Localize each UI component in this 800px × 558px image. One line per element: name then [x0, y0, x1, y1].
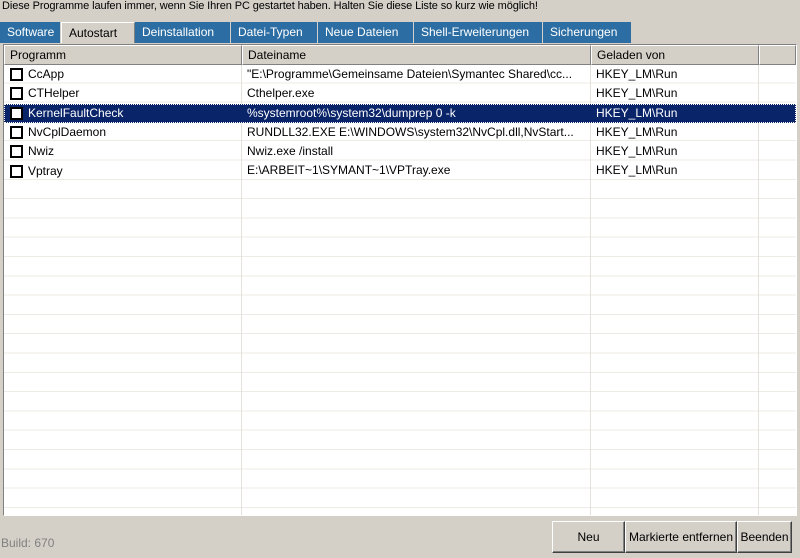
tab-software[interactable]: Software	[0, 22, 61, 43]
loaded-from: HKEY_LM\Run	[596, 67, 678, 81]
column-header-dateiname[interactable]: Dateiname	[242, 45, 591, 65]
file-name: Cthelper.exe	[247, 86, 315, 101]
file-name: %systemroot%\system32\dumprep 0 -k	[247, 105, 456, 120]
program-name: Nwiz	[28, 144, 54, 159]
build-label: Build: 670	[1, 536, 55, 550]
loaded-from: HKEY_LM\Run	[596, 124, 678, 139]
column-header-programm[interactable]: Programm	[4, 45, 242, 65]
program-name: Vptray	[28, 163, 63, 178]
tab-neue-dateien[interactable]: Neue Dateien	[318, 22, 414, 43]
tab-autostart[interactable]: Autostart	[61, 22, 135, 43]
file-name: Nwiz.exe /install	[247, 144, 334, 159]
tab-bar: Software Autostart Deinstallation Datei-…	[0, 22, 800, 43]
program-name: NvCplDaemon	[28, 125, 107, 140]
autostart-list[interactable]: Programm Dateiname Geladen von CcApp "E:…	[3, 44, 797, 516]
row-checkbox[interactable]	[10, 87, 23, 101]
beenden-button[interactable]: Beenden	[737, 521, 792, 553]
tab-shell-erweiterungen[interactable]: Shell-Erweiterungen	[414, 22, 543, 43]
row-checkbox[interactable]	[10, 164, 23, 178]
list-rows: CcApp "E:\Programme\Gemeinsame Dateien\S…	[4, 65, 796, 181]
list-row[interactable]: CcApp "E:\Programme\Gemeinsame Dateien\S…	[4, 65, 796, 84]
row-checkbox[interactable]	[10, 68, 23, 82]
file-name: RUNDLL32.EXE E:\WINDOWS\system32\NvCpl.d…	[247, 124, 574, 139]
list-row-selected[interactable]: KernelFaultCheck %systemroot%\system32\d…	[4, 103, 796, 123]
row-checkbox[interactable]	[10, 106, 23, 120]
loaded-from: HKEY_LM\Run	[596, 86, 678, 101]
tab-deinstallation[interactable]: Deinstallation	[135, 22, 231, 43]
list-row[interactable]: Vptray E:\ARBEIT~1\SYMANT~1\VPTray.exe H…	[4, 161, 796, 180]
neu-button[interactable]: Neu	[552, 521, 625, 553]
loaded-from: HKEY_LM\Run	[596, 163, 678, 178]
loaded-from: HKEY_LM\Run	[596, 105, 678, 120]
file-name: "E:\Programme\Gemeinsame Dateien\Symante…	[247, 67, 573, 81]
row-checkbox[interactable]	[10, 126, 23, 140]
list-row[interactable]: CTHelper Cthelper.exe HKEY_LM\Run	[4, 84, 796, 103]
info-message: Diese Programme laufen immer, wenn Sie I…	[2, 0, 538, 12]
tab-datei-typen[interactable]: Datei-Typen	[231, 22, 318, 43]
tab-sicherungen[interactable]: Sicherungen	[543, 22, 632, 43]
program-name: CTHelper	[28, 86, 80, 101]
program-name: KernelFaultCheck	[28, 105, 124, 120]
list-row[interactable]: Nwiz Nwiz.exe /install HKEY_LM\Run	[4, 142, 796, 161]
program-name: CcApp	[28, 67, 65, 82]
list-header: Programm Dateiname Geladen von	[4, 45, 796, 65]
column-header-geladen-von[interactable]: Geladen von	[591, 45, 759, 65]
loaded-from: HKEY_LM\Run	[596, 144, 678, 159]
column-header-filler	[759, 45, 796, 65]
file-name: E:\ARBEIT~1\SYMANT~1\VPTray.exe	[247, 163, 451, 178]
remove-marked-button[interactable]: Markierte entfernen	[625, 521, 737, 553]
row-checkbox[interactable]	[10, 145, 23, 159]
list-row[interactable]: NvCplDaemon RUNDLL32.EXE E:\WINDOWS\syst…	[4, 123, 796, 142]
